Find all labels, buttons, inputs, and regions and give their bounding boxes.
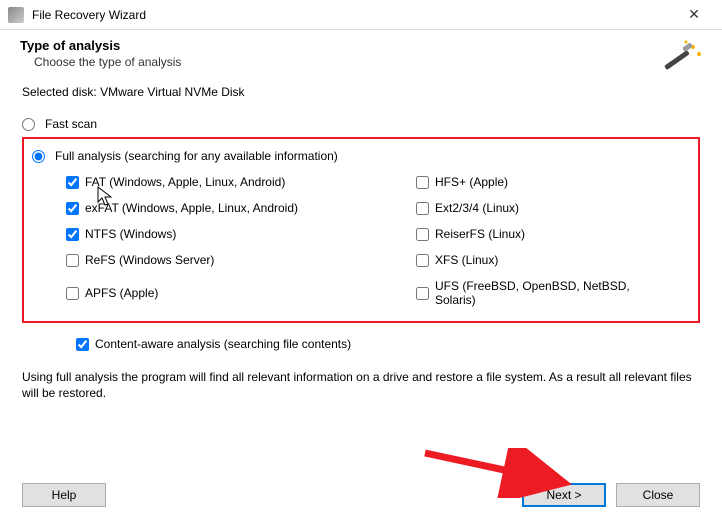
- fs-ext[interactable]: Ext2/3/4 (Linux): [416, 201, 666, 215]
- wizard-header: Type of analysis Choose the type of anal…: [0, 30, 722, 75]
- close-dialog-button[interactable]: Close: [616, 483, 700, 507]
- fs-apfs[interactable]: APFS (Apple): [66, 279, 316, 307]
- full-analysis-label: Full analysis (searching for any availab…: [55, 149, 338, 163]
- content-aware-checkbox[interactable]: [76, 338, 89, 351]
- selected-disk-value: VMware Virtual NVMe Disk: [100, 85, 244, 99]
- fs-exfat-checkbox[interactable]: [66, 202, 79, 215]
- close-button[interactable]: ✕: [674, 1, 714, 29]
- fs-ntfs-label: NTFS (Windows): [85, 227, 176, 241]
- content-area: Selected disk: VMware Virtual NVMe Disk …: [0, 75, 722, 351]
- fs-ufs[interactable]: UFS (FreeBSD, OpenBSD, NetBSD, Solaris): [416, 279, 666, 307]
- selected-disk-row: Selected disk: VMware Virtual NVMe Disk: [22, 85, 700, 99]
- next-button[interactable]: Next >: [522, 483, 606, 507]
- help-button[interactable]: Help: [22, 483, 106, 507]
- full-analysis-radio-input[interactable]: [32, 150, 45, 163]
- fast-scan-radio[interactable]: Fast scan: [22, 117, 700, 131]
- fs-hfsplus-label: HFS+ (Apple): [435, 175, 508, 189]
- fs-ext-label: Ext2/3/4 (Linux): [435, 201, 519, 215]
- fs-hfsplus[interactable]: HFS+ (Apple): [416, 175, 666, 189]
- button-bar: Help Next > Close: [0, 483, 722, 507]
- fs-ext-checkbox[interactable]: [416, 202, 429, 215]
- title-bar: File Recovery Wizard ✕: [0, 0, 722, 30]
- description-text: Using full analysis the program will fin…: [0, 361, 722, 401]
- fs-ntfs-checkbox[interactable]: [66, 228, 79, 241]
- page-subtitle: Choose the type of analysis: [34, 55, 702, 69]
- fs-apfs-label: APFS (Apple): [85, 286, 158, 300]
- fs-refs-checkbox[interactable]: [66, 254, 79, 267]
- full-analysis-highlight-box: Full analysis (searching for any availab…: [22, 137, 700, 323]
- fs-exfat-label: exFAT (Windows, Apple, Linux, Android): [85, 201, 298, 215]
- fs-reiserfs-label: ReiserFS (Linux): [435, 227, 525, 241]
- fs-ufs-label: UFS (FreeBSD, OpenBSD, NetBSD, Solaris): [435, 279, 666, 307]
- fs-fat-label: FAT (Windows, Apple, Linux, Android): [85, 175, 285, 189]
- fast-scan-radio-input[interactable]: [22, 118, 35, 131]
- fs-ntfs[interactable]: NTFS (Windows): [66, 227, 316, 241]
- fs-apfs-checkbox[interactable]: [66, 287, 79, 300]
- fs-xfs[interactable]: XFS (Linux): [416, 253, 666, 267]
- selected-disk-label: Selected disk:: [22, 85, 97, 99]
- fs-reiserfs[interactable]: ReiserFS (Linux): [416, 227, 666, 241]
- fs-ufs-checkbox[interactable]: [416, 287, 429, 300]
- fs-hfsplus-checkbox[interactable]: [416, 176, 429, 189]
- fs-fat-checkbox[interactable]: [66, 176, 79, 189]
- content-aware-checkbox-row[interactable]: Content-aware analysis (searching file c…: [76, 337, 700, 351]
- full-analysis-radio[interactable]: Full analysis (searching for any availab…: [32, 149, 690, 163]
- fs-exfat[interactable]: exFAT (Windows, Apple, Linux, Android): [66, 201, 316, 215]
- app-icon: [8, 7, 24, 23]
- page-title: Type of analysis: [20, 38, 702, 53]
- fs-refs-label: ReFS (Windows Server): [85, 253, 214, 267]
- fast-scan-label: Fast scan: [45, 117, 97, 131]
- fs-xfs-checkbox[interactable]: [416, 254, 429, 267]
- fs-reiserfs-checkbox[interactable]: [416, 228, 429, 241]
- window-title: File Recovery Wizard: [32, 8, 674, 22]
- fs-fat[interactable]: FAT (Windows, Apple, Linux, Android): [66, 175, 316, 189]
- wizard-icon: [660, 36, 704, 80]
- fs-refs[interactable]: ReFS (Windows Server): [66, 253, 316, 267]
- filesystem-grid: FAT (Windows, Apple, Linux, Android) HFS…: [66, 175, 690, 307]
- fs-xfs-label: XFS (Linux): [435, 253, 498, 267]
- content-aware-label: Content-aware analysis (searching file c…: [95, 337, 351, 351]
